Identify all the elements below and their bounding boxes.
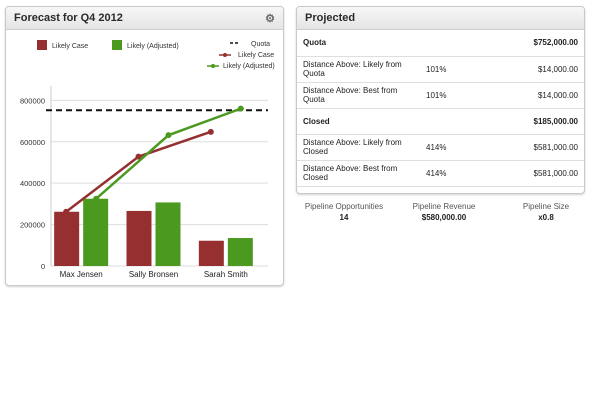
forecast-panel-header: Forecast for Q4 2012 ⚙ <box>6 7 283 30</box>
gear-icon[interactable]: ⚙ <box>265 12 275 25</box>
projected-label: Distance Above: Best from Closed <box>297 160 420 187</box>
series-line-likely-adjusted <box>95 107 242 200</box>
pipeline-opportunities-value: 14 <box>339 213 349 222</box>
series-point-likely-case <box>207 128 214 135</box>
projected-pct <box>420 30 492 57</box>
bar-likely-case <box>54 211 80 266</box>
projected-pct <box>420 108 492 135</box>
projected-pct: 101% <box>420 56 492 83</box>
legend-label-likely-adjusted: Likely (Adjusted) <box>127 43 179 50</box>
chart-legend: Likely Case Likely (Adjusted) Quota Like… <box>37 40 275 70</box>
y-tick-label: 400000 <box>20 179 45 188</box>
projected-label: Distance Above: Best from Quota <box>297 82 420 109</box>
series-point-likely-adjusted <box>237 105 244 112</box>
legend-label-quota: Quota <box>251 41 270 48</box>
projected-row: Closed $185,000.00 <box>297 108 584 135</box>
legend-label-likely-case: Likely Case <box>52 43 88 50</box>
forecast-title: Forecast for Q4 2012 <box>14 12 123 24</box>
bar-likely-case <box>126 210 152 266</box>
projected-title: Projected <box>305 12 356 24</box>
series-point-likely-case <box>63 208 70 215</box>
series-point-likely-adjusted <box>93 195 100 202</box>
projected-row: Distance Above: Likely from Closed 414% $5… <box>297 134 584 161</box>
projected-value: $14,000.00 <box>492 82 584 109</box>
projected-row: Distance Above: Best from Closed 414% $581… <box>297 160 584 187</box>
legend-label-likely-case-line: Likely Case <box>238 52 274 59</box>
pipeline-revenue-value: $580,000.00 <box>421 213 467 222</box>
pipeline-opportunities-label: Pipeline Opportunities <box>304 202 384 211</box>
bar-likely-case <box>198 240 224 266</box>
projected-row: Quota $752,000.00 <box>297 30 584 57</box>
bar-likely-adjusted <box>227 238 253 266</box>
series-point-likely-adjusted <box>165 132 172 139</box>
legend-label-likely-adjusted-line: Likely (Adjusted) <box>223 63 275 70</box>
y-tick-label: 600000 <box>20 138 45 147</box>
pipeline-opportunities: Pipeline Opportunities 14 <box>296 202 392 222</box>
pipeline-revenue-label: Pipeline Revenue <box>412 202 476 211</box>
forecast-panel: Forecast for Q4 2012 ⚙ Likely Case Likel… <box>5 6 284 286</box>
y-tick-label: 200000 <box>20 221 45 230</box>
forecast-chart: Likely Case Likely (Adjusted) Quota Like… <box>20 40 275 279</box>
pipeline-size-label: Pipeline Size <box>522 202 570 211</box>
projected-table: Quota $752,000.00 Distance Above: Likely f… <box>297 30 584 187</box>
projected-value: $752,000.00 <box>492 30 584 57</box>
legend-swatch-likely-adjusted <box>112 40 122 50</box>
projected-label: Distance Above: Likely from Quota <box>297 56 420 83</box>
x-tick-label: Sally Bronsen <box>129 270 178 279</box>
projected-panel: Projected Quota $752,000.00 Distance Above… <box>296 6 585 194</box>
x-tick-label: Sarah Smith <box>204 270 248 279</box>
y-tick-label: 0 <box>41 262 45 271</box>
projected-row: Distance Above: Likely from Quota 101% $14… <box>297 56 584 83</box>
projected-value: $581,000.00 <box>492 160 584 187</box>
projected-pct: 414% <box>420 160 492 187</box>
projected-label: Distance Above: Likely from Closed <box>297 134 420 161</box>
projected-value: $14,000.00 <box>492 56 584 83</box>
bar-likely-adjusted <box>83 198 109 266</box>
legend-marker-likely-case <box>223 53 227 57</box>
projected-pct: 414% <box>420 134 492 161</box>
y-tick-label: 800000 <box>20 96 45 105</box>
legend-marker-likely-adjusted <box>211 64 215 68</box>
projected-panel-header: Projected <box>297 7 584 30</box>
pipeline-size: Pipeline Size x0.8 <box>506 202 586 222</box>
x-tick-label: Max Jensen <box>60 270 103 279</box>
bar-likely-adjusted <box>155 202 181 266</box>
projected-value: $581,000.00 <box>492 134 584 161</box>
projected-value: $185,000.00 <box>492 108 584 135</box>
legend-swatch-likely-case <box>37 40 47 50</box>
projected-label: Quota <box>297 30 420 57</box>
plot-area: 0 200000 400000 600000 800000 Max Jensen Sally… <box>20 86 268 279</box>
pipeline-revenue: Pipeline Revenue $580,000.00 <box>394 202 494 222</box>
projected-label: Closed <box>297 108 420 135</box>
pipeline-size-value: x0.8 <box>538 213 554 222</box>
projected-pct: 101% <box>420 82 492 109</box>
projected-row: Distance Above: Best from Quota 101% $14,0… <box>297 82 584 109</box>
